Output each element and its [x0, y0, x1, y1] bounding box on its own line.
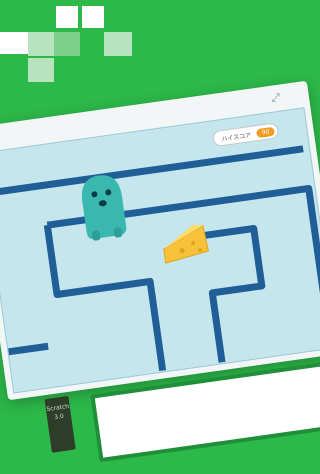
pixel-decoration [0, 0, 140, 90]
pixel-square [0, 32, 28, 54]
pixel-square [28, 58, 54, 82]
expand-arrows-icon[interactable]: ⤢ [268, 90, 284, 106]
maze-wall [0, 145, 304, 197]
game-window: ⤢ ハイスコア 90 [0, 80, 320, 401]
pixel-square [82, 6, 104, 28]
maze-wall [43, 224, 167, 372]
pixel-square [54, 32, 80, 56]
maze-wall [8, 342, 49, 356]
pixel-square [28, 32, 54, 56]
monster-character [81, 175, 127, 241]
dark-card: Scratch 3.0 [44, 395, 76, 453]
app-screenshot: ⤢ ハイスコア 90 Scratch 3.0 [0, 80, 320, 463]
logo-icon [107, 394, 181, 427]
maze [0, 145, 320, 372]
pixel-square [104, 32, 132, 56]
pixel-square [56, 6, 78, 28]
cheese-icon [163, 224, 210, 264]
game-stage[interactable]: ハイスコア 90 [0, 107, 320, 394]
